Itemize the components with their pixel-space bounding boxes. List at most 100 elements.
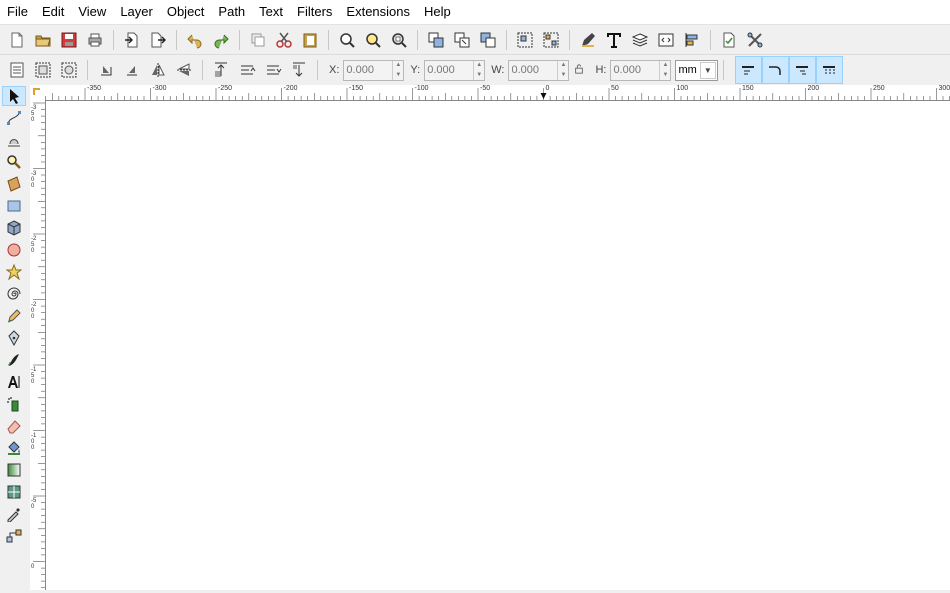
clone-icon[interactable] bbox=[425, 29, 447, 51]
save-icon[interactable] bbox=[58, 29, 80, 51]
connector-tool[interactable] bbox=[2, 526, 26, 546]
unlink-clone-icon[interactable] bbox=[451, 29, 473, 51]
rotate-ccw-icon[interactable] bbox=[95, 59, 117, 81]
menu-filters[interactable]: Filters bbox=[290, 0, 339, 24]
h-field[interactable]: ▲▼ bbox=[610, 60, 671, 81]
import-icon[interactable] bbox=[121, 29, 143, 51]
cut-icon[interactable] bbox=[273, 29, 295, 51]
menu-file[interactable]: File bbox=[0, 0, 35, 24]
text-font-icon[interactable] bbox=[603, 29, 625, 51]
scale-stroke-toggle[interactable] bbox=[735, 56, 762, 84]
drawing-canvas[interactable] bbox=[46, 101, 950, 590]
ellipse-tool[interactable] bbox=[2, 240, 26, 260]
deselect-icon[interactable] bbox=[58, 59, 80, 81]
menu-object[interactable]: Object bbox=[160, 0, 212, 24]
paint-bucket-tool[interactable] bbox=[2, 438, 26, 458]
w-field[interactable]: ▲▼ bbox=[508, 60, 569, 81]
spray-tool[interactable] bbox=[2, 394, 26, 414]
eraser-tool[interactable] bbox=[2, 416, 26, 436]
select-all-icon[interactable] bbox=[6, 59, 28, 81]
text-tool[interactable] bbox=[2, 372, 26, 392]
chevron-down-icon[interactable]: ▼ bbox=[560, 72, 566, 78]
chevron-up-icon[interactable]: ▲ bbox=[476, 62, 482, 68]
xml-editor-icon[interactable] bbox=[655, 29, 677, 51]
open-folder-icon[interactable] bbox=[32, 29, 54, 51]
menu-edit[interactable]: Edit bbox=[35, 0, 71, 24]
x-spin-arrows[interactable]: ▲▼ bbox=[392, 61, 403, 80]
print-icon[interactable] bbox=[84, 29, 106, 51]
fill-stroke-icon[interactable] bbox=[577, 29, 599, 51]
chevron-up-icon[interactable]: ▲ bbox=[395, 62, 401, 68]
3d-box-tool[interactable] bbox=[2, 218, 26, 238]
unit-select[interactable]: mm ▼ bbox=[675, 60, 717, 81]
zoom-selection-icon[interactable] bbox=[336, 29, 358, 51]
rectangle-tool[interactable] bbox=[2, 196, 26, 216]
align-distribute-icon[interactable] bbox=[681, 29, 703, 51]
lower-to-bottom-icon[interactable] bbox=[288, 59, 310, 81]
move-patterns-toggle[interactable] bbox=[816, 56, 843, 84]
zoom-drawing-icon[interactable] bbox=[362, 29, 384, 51]
x-input[interactable] bbox=[344, 62, 392, 79]
raise-icon[interactable] bbox=[236, 59, 258, 81]
ruler-label: -250 bbox=[31, 236, 37, 254]
chevron-down-icon[interactable]: ▼ bbox=[476, 72, 482, 78]
paste-icon[interactable] bbox=[299, 29, 321, 51]
menu-extensions[interactable]: Extensions bbox=[339, 0, 417, 24]
w-spin-arrows[interactable]: ▲▼ bbox=[557, 61, 568, 80]
raise-to-top-icon[interactable] bbox=[210, 59, 232, 81]
chevron-up-icon[interactable]: ▲ bbox=[662, 62, 668, 68]
vertical-ruler[interactable]: -350-300-250-200-150-100-500 bbox=[30, 100, 46, 590]
document-properties-icon[interactable] bbox=[718, 29, 740, 51]
flip-vertical-icon[interactable] bbox=[173, 59, 195, 81]
menu-view[interactable]: View bbox=[71, 0, 113, 24]
new-document-icon[interactable] bbox=[6, 29, 28, 51]
menu-help[interactable]: Help bbox=[417, 0, 458, 24]
y-spin-arrows[interactable]: ▲▼ bbox=[473, 61, 484, 80]
export-icon[interactable] bbox=[147, 29, 169, 51]
ungroup-icon[interactable] bbox=[540, 29, 562, 51]
y-field[interactable]: ▲▼ bbox=[424, 60, 485, 81]
chevron-down-icon[interactable]: ▼ bbox=[662, 72, 668, 78]
pen-tool[interactable] bbox=[2, 328, 26, 348]
menu-text[interactable]: Text bbox=[252, 0, 290, 24]
menu-path[interactable]: Path bbox=[211, 0, 252, 24]
star-tool[interactable] bbox=[2, 262, 26, 282]
chevron-up-icon[interactable]: ▲ bbox=[560, 62, 566, 68]
w-input[interactable] bbox=[509, 62, 557, 79]
group-icon[interactable] bbox=[514, 29, 536, 51]
menu-layer[interactable]: Layer bbox=[113, 0, 160, 24]
undo-icon[interactable] bbox=[184, 29, 206, 51]
rotate-cw-icon[interactable] bbox=[121, 59, 143, 81]
tweak-tool[interactable] bbox=[2, 130, 26, 150]
redo-icon[interactable] bbox=[210, 29, 232, 51]
h-input[interactable] bbox=[611, 62, 659, 79]
gradient-tool[interactable] bbox=[2, 460, 26, 480]
preferences-icon[interactable] bbox=[744, 29, 766, 51]
zoom-tool[interactable] bbox=[2, 152, 26, 172]
move-gradients-toggle[interactable] bbox=[789, 56, 816, 84]
select-all-layers-icon[interactable] bbox=[32, 59, 54, 81]
chevron-down-icon[interactable]: ▼ bbox=[700, 62, 716, 79]
lock-icon[interactable] bbox=[571, 64, 587, 77]
measure-tool[interactable] bbox=[2, 174, 26, 194]
select-original-icon[interactable] bbox=[477, 29, 499, 51]
h-spin-arrows[interactable]: ▲▼ bbox=[659, 61, 670, 80]
selector-tool[interactable] bbox=[2, 86, 26, 106]
layers-icon[interactable] bbox=[629, 29, 651, 51]
horizontal-ruler[interactable]: -350-300-250-200-150-100-500501001502002… bbox=[45, 85, 950, 101]
y-input[interactable] bbox=[425, 62, 473, 79]
duplicate-icon[interactable] bbox=[247, 29, 269, 51]
x-field[interactable]: ▲▼ bbox=[343, 60, 404, 81]
zoom-page-icon[interactable] bbox=[388, 29, 410, 51]
chevron-down-icon[interactable]: ▼ bbox=[395, 72, 401, 78]
flip-horizontal-icon[interactable] bbox=[147, 59, 169, 81]
dropper-tool[interactable] bbox=[2, 504, 26, 524]
spiral-tool[interactable] bbox=[2, 284, 26, 304]
lower-icon[interactable] bbox=[262, 59, 284, 81]
pencil-tool[interactable] bbox=[2, 306, 26, 326]
node-tool[interactable] bbox=[2, 108, 26, 128]
tool-controls-bar: X: ▲▼ Y: ▲▼ W: ▲▼ H: ▲▼ mm ▼ bbox=[0, 54, 950, 85]
scale-corners-toggle[interactable] bbox=[762, 56, 789, 84]
mesh-tool[interactable] bbox=[2, 482, 26, 502]
calligraphy-tool[interactable] bbox=[2, 350, 26, 370]
